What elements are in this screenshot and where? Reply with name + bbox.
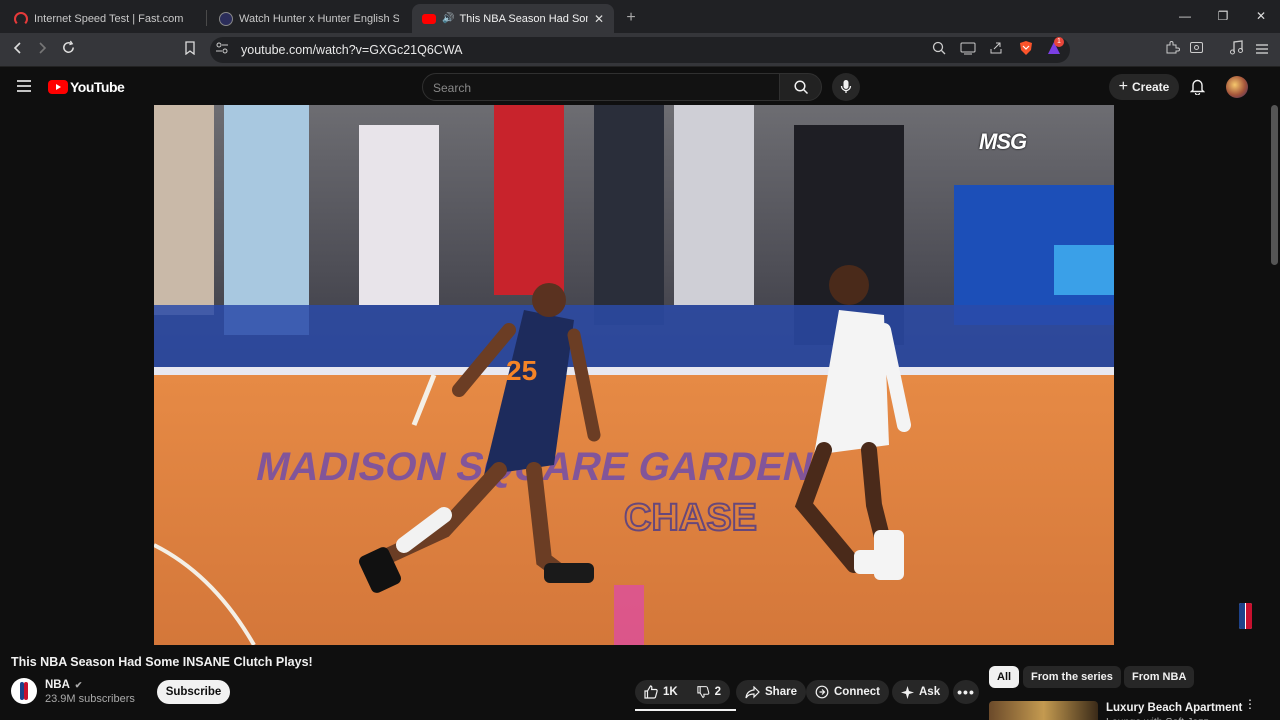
tab-fast-com[interactable]: Internet Speed Test | Fast.com xyxy=(4,4,204,33)
brave-shield-icon[interactable] xyxy=(1016,40,1036,60)
forward-icon[interactable] xyxy=(32,40,52,60)
page-scrollbar[interactable] xyxy=(1271,105,1278,265)
broadcaster-logo: MSG xyxy=(979,129,1027,154)
share-arrow-icon xyxy=(745,685,760,698)
zoom-icon[interactable] xyxy=(929,40,949,60)
tab-hunter-x-hunter[interactable]: Watch Hunter x Hunter English Sub/Dub on… xyxy=(209,4,409,33)
dislike-button[interactable]: 2 xyxy=(688,680,730,704)
more-actions-button[interactable]: ••• xyxy=(953,680,979,704)
connect-icon xyxy=(815,685,829,699)
browser-tab-strip: Internet Speed Test | Fast.com Watch Hun… xyxy=(0,0,1280,33)
tab-youtube-active[interactable]: 🔊 This NBA Season Had Some INSANE Clutch… xyxy=(412,4,614,33)
menu-icon[interactable] xyxy=(1252,40,1272,60)
extensions-icon[interactable] xyxy=(1162,40,1182,60)
cast-icon[interactable] xyxy=(958,40,978,60)
close-tab-icon[interactable]: ✕ xyxy=(588,12,604,26)
youtube-header: YouTube Search + Create xyxy=(0,67,1280,105)
tab-title: This NBA Season Had Some INSANE Clutch P… xyxy=(459,12,587,25)
thumbs-down-icon xyxy=(697,686,710,698)
reload-icon[interactable] xyxy=(58,40,78,60)
recommendation-menu-icon[interactable]: ⋮ xyxy=(1244,698,1256,710)
back-icon[interactable] xyxy=(8,40,28,60)
like-button[interactable]: 1K xyxy=(635,680,688,704)
nba-watermark-icon xyxy=(1239,603,1252,629)
subscribe-button[interactable]: Subscribe xyxy=(157,680,230,704)
video-frame-image: MADISON SQUARE GARDEN CHASE 25 xyxy=(154,105,1114,645)
bookmark-icon[interactable] xyxy=(180,40,200,60)
video-title: This NBA Season Had Some INSANE Clutch P… xyxy=(11,655,313,669)
tab-divider xyxy=(206,10,207,26)
share-label: Share xyxy=(765,686,797,698)
search-input[interactable]: Search xyxy=(422,73,780,101)
video-info-section: This NBA Season Had Some INSANE Clutch P… xyxy=(0,645,1280,720)
youtube-favicon-icon xyxy=(422,13,436,24)
restore-button[interactable]: ❐ xyxy=(1204,0,1242,33)
recommendation-title[interactable]: Luxury Beach Apartment xyxy=(1106,702,1242,714)
tab-title: Watch Hunter x Hunter English Sub/Dub on… xyxy=(239,12,399,25)
like-ratio-bar xyxy=(635,709,736,711)
browser-toolbar: youtube.com/watch?v=GXGc21Q6CWA 1 xyxy=(0,33,1280,67)
media-playlist-icon[interactable] xyxy=(1226,40,1246,60)
jersey-number: 25 xyxy=(506,355,537,386)
minimize-button[interactable]: — xyxy=(1166,0,1204,33)
dislike-count: 2 xyxy=(714,686,721,698)
new-tab-button[interactable]: + xyxy=(620,7,642,29)
url-text: youtube.com/watch?v=GXGc21Q6CWA xyxy=(241,43,463,57)
site-settings-icon[interactable] xyxy=(212,40,232,60)
close-window-button[interactable]: ✕ xyxy=(1242,0,1280,33)
search-icon xyxy=(794,80,809,95)
notifications-bell-icon[interactable] xyxy=(1189,78,1206,100)
create-label: Create xyxy=(1131,80,1170,94)
brave-rewards-icon[interactable]: 1 xyxy=(1044,37,1064,60)
ask-label: Ask xyxy=(919,686,941,698)
plus-icon: + xyxy=(1118,78,1128,95)
youtube-play-logo-icon xyxy=(48,80,68,94)
tab-title: Internet Speed Test | Fast.com xyxy=(34,12,184,25)
audio-playing-icon[interactable]: 🔊 xyxy=(442,13,454,24)
create-button[interactable]: + Create xyxy=(1109,74,1179,100)
ask-button[interactable]: Ask xyxy=(892,680,950,704)
youtube-logo[interactable]: YouTube xyxy=(48,79,125,95)
court-sponsor-text: CHASE xyxy=(624,497,757,539)
video-player[interactable]: MADISON SQUARE GARDEN CHASE 25 MSG xyxy=(154,105,1114,645)
fast-com-favicon-icon xyxy=(14,11,28,26)
microphone-icon xyxy=(840,80,852,93)
sparkle-icon xyxy=(901,685,914,699)
voice-search-button[interactable] xyxy=(832,73,860,101)
channel-name: NBA xyxy=(45,679,70,691)
anime-site-favicon-icon xyxy=(219,11,233,26)
chip-all[interactable]: All xyxy=(989,666,1020,688)
youtube-logo-text: YouTube xyxy=(70,79,125,95)
thumbs-up-icon xyxy=(644,685,658,699)
share-button[interactable]: Share xyxy=(736,680,806,704)
connect-label: Connect xyxy=(834,686,880,698)
verified-check-icon: ✔ xyxy=(74,680,83,690)
recommendation-subtitle: Lounge with Soft Jazz xyxy=(1106,716,1209,720)
recommendation-thumbnail[interactable] xyxy=(989,701,1098,720)
wallet-icon[interactable] xyxy=(1186,40,1206,60)
chip-from-the-series[interactable]: From the series xyxy=(1023,666,1121,688)
rewards-badge: 1 xyxy=(1054,37,1064,47)
connect-button[interactable]: Connect xyxy=(806,680,889,704)
share-page-icon[interactable] xyxy=(986,40,1006,60)
channel-avatar[interactable] xyxy=(11,678,37,704)
guide-menu-icon[interactable] xyxy=(16,79,32,98)
search-button[interactable] xyxy=(779,73,822,101)
chip-from-nba[interactable]: From NBA xyxy=(1124,666,1195,688)
channel-name-row[interactable]: NBA ✔ xyxy=(45,679,82,691)
account-avatar[interactable] xyxy=(1226,76,1248,98)
like-count: 1K xyxy=(663,686,678,698)
subscriber-count: 23.9M subscribers xyxy=(45,693,135,705)
more-horizontal-icon: ••• xyxy=(957,684,975,700)
